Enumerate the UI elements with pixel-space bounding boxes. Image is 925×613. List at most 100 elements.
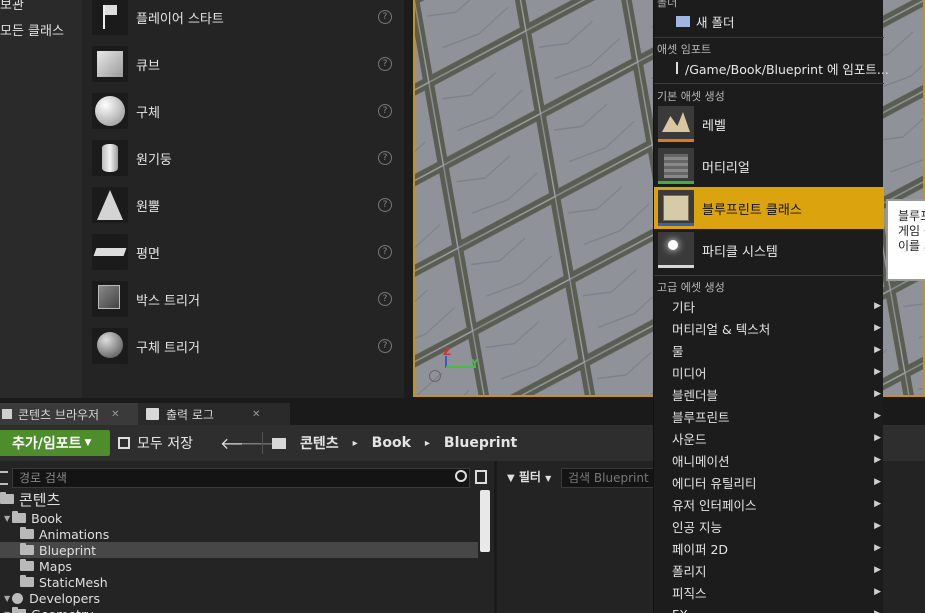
tree-row-label: Animations [39,526,110,542]
placement-category-panel: 보관 모든 클래스 [0,0,82,398]
search-icon[interactable] [455,470,467,482]
menu-item-submenu[interactable]: 블루프린트 ▶ [654,405,884,427]
placement-item[interactable]: 원뿔? [88,182,400,228]
menu-item-basic-asset[interactable]: 머티리얼 [654,145,884,187]
folder-open-icon [272,437,286,449]
submenu-arrow-icon: ▶ [874,499,881,509]
menu-item-submenu[interactable]: 블렌더블 ▶ [654,383,884,405]
tree-row-label: 콘텐츠 [19,490,61,509]
sources-toggle-icon[interactable] [0,471,8,485]
tab-content-browser[interactable]: 콘텐츠 브라우저 ✕ [0,403,138,425]
blueprint-class-icon [658,190,694,226]
help-icon[interactable]: ? [378,104,392,118]
breadcrumb-item[interactable]: Blueprint [444,435,517,451]
menu-item-submenu[interactable]: 머티리얼 & 텍스처 ▶ [654,317,884,339]
menu-item-submenu[interactable]: 물 ▶ [654,339,884,361]
tooltip-line: 이를 사 [898,239,925,253]
menu-item-submenu[interactable]: 기타 ▶ [654,295,884,317]
menu-separator [654,275,884,276]
new-folder-icon [676,15,690,27]
chevron-down-icon: ▼ [84,438,92,448]
help-icon[interactable]: ? [378,198,392,212]
toolbar-divider [262,432,263,454]
placement-item[interactable]: 구체 트리거? [88,323,400,369]
asset-search-input[interactable]: 검색 Blueprint [561,468,661,488]
submenu-arrow-icon: ▶ [874,609,881,613]
placement-item[interactable]: 플레이어 스타트? [88,0,400,40]
folder-icon [12,511,27,523]
expand-arrow-icon[interactable]: ▼ [4,514,10,523]
tree-row[interactable]: 콘텐츠 [0,490,61,509]
menu-item-import[interactable]: /Game/Book/Blueprint 에 임포트... [654,57,889,79]
category-item-all-classes[interactable]: 모든 클래스 [0,20,64,39]
folder-icon [20,543,34,555]
placement-item[interactable]: 원기둥? [88,135,400,181]
menu-item-basic-asset[interactable]: 레벨 [654,103,884,145]
placement-item[interactable]: 박스 트리거? [88,276,400,322]
filter-icon: ▼ [507,473,515,484]
viewport-help-icon[interactable] [429,370,441,382]
menu-item-new-folder[interactable]: 새 폴더 [654,10,884,32]
tree-row[interactable]: Blueprint [20,542,96,558]
menu-item-basic-asset[interactable]: 파티클 시스템 [654,229,884,271]
view-options-icon[interactable] [475,470,487,484]
tree-row[interactable]: ▼ Developers [4,590,100,606]
help-icon[interactable]: ? [378,10,392,24]
help-icon[interactable]: ? [378,151,392,165]
breadcrumb-item[interactable]: 콘텐츠 [300,433,339,453]
placement-item-label: 원뿔 [136,199,160,215]
placement-item[interactable]: 구체? [88,88,400,134]
cylinder-icon [92,140,128,176]
menu-item-submenu[interactable]: 미디어 ▶ [654,361,884,383]
filter-button[interactable]: ▼ 필터 ▼ [507,468,551,485]
menu-item-label: 미디어 [672,365,707,381]
close-icon[interactable]: ✕ [111,409,119,420]
menu-item-label: 사운드 [672,431,707,447]
tree-row[interactable]: ▼ Geometry [4,606,94,613]
menu-item-submenu[interactable]: 피직스 ▶ [654,581,884,603]
help-icon[interactable]: ? [378,292,392,306]
help-icon[interactable]: ? [378,245,392,259]
tab-label: 출력 로그 [166,407,214,422]
category-item-archive[interactable]: 보관 [0,0,24,13]
menu-item-submenu[interactable]: 사운드 ▶ [654,427,884,449]
placement-item[interactable]: 평면? [88,229,400,275]
chevron-right-icon[interactable]: ▸ [425,438,430,449]
add-import-button[interactable]: 추가/임포트 ▼ [0,430,110,456]
menu-item-submenu[interactable]: FX▶ [654,603,884,613]
menu-item-submenu[interactable]: 에디터 유틸리티 ▶ [654,471,884,493]
section-header-advanced: 고급 에셋 생성 [657,281,725,294]
tree-row[interactable]: StaticMesh [20,574,108,590]
menu-item-submenu[interactable]: 유저 인터페이스 ▶ [654,493,884,515]
menu-item-submenu[interactable]: 애니메이션 ▶ [654,449,884,471]
menu-item-label: 유저 인터페이스 [672,497,757,513]
submenu-arrow-icon: ▶ [874,367,881,377]
expand-arrow-icon[interactable]: ▼ [4,610,10,613]
tree-row[interactable]: Maps [20,558,72,574]
placement-item-label: 구체 [136,105,160,121]
tab-label: 콘텐츠 브라우저 [18,407,100,422]
menu-item-submenu[interactable]: 인공 지능 ▶ [654,515,884,537]
placement-item-label: 플레이어 스타트 [136,11,224,27]
section-header-basic: 기본 애셋 생성 [657,90,725,103]
tree-row[interactable]: ▼ Book [4,510,62,526]
help-icon[interactable]: ? [378,339,392,353]
menu-item-submenu[interactable]: 폴리지 ▶ [654,559,884,581]
close-icon[interactable]: ✕ [252,409,260,420]
placement-item-label: 박스 트리거 [136,293,200,309]
tab-output-log[interactable]: 출력 로그 ✕ [138,403,290,425]
placement-item[interactable]: 큐브? [88,41,400,87]
save-all-button[interactable]: 모두 저장 [118,430,193,456]
chevron-right-icon[interactable]: ▸ [353,438,358,449]
section-header-folder: 폴더 [657,0,678,9]
tree-row[interactable]: Animations [20,526,109,542]
tree-row-label: Developers [29,590,100,606]
tree-scrollbar[interactable] [480,490,490,552]
expand-arrow-icon[interactable]: ▼ [4,594,10,603]
menu-item-submenu[interactable]: 페이퍼 2D ▶ [654,537,884,559]
breadcrumb-item[interactable]: Book [372,435,411,451]
help-icon[interactable]: ? [378,57,392,71]
path-search-input[interactable]: 경로 검색 [12,468,470,488]
place-actors-list: 플레이어 스타트? 큐브? 구체? 원기둥? 원뿔? 평면? 박스 트리거? 구체 트리거? [82,0,404,398]
menu-item-basic-asset[interactable]: 블루프린트 클래스 [654,187,884,229]
